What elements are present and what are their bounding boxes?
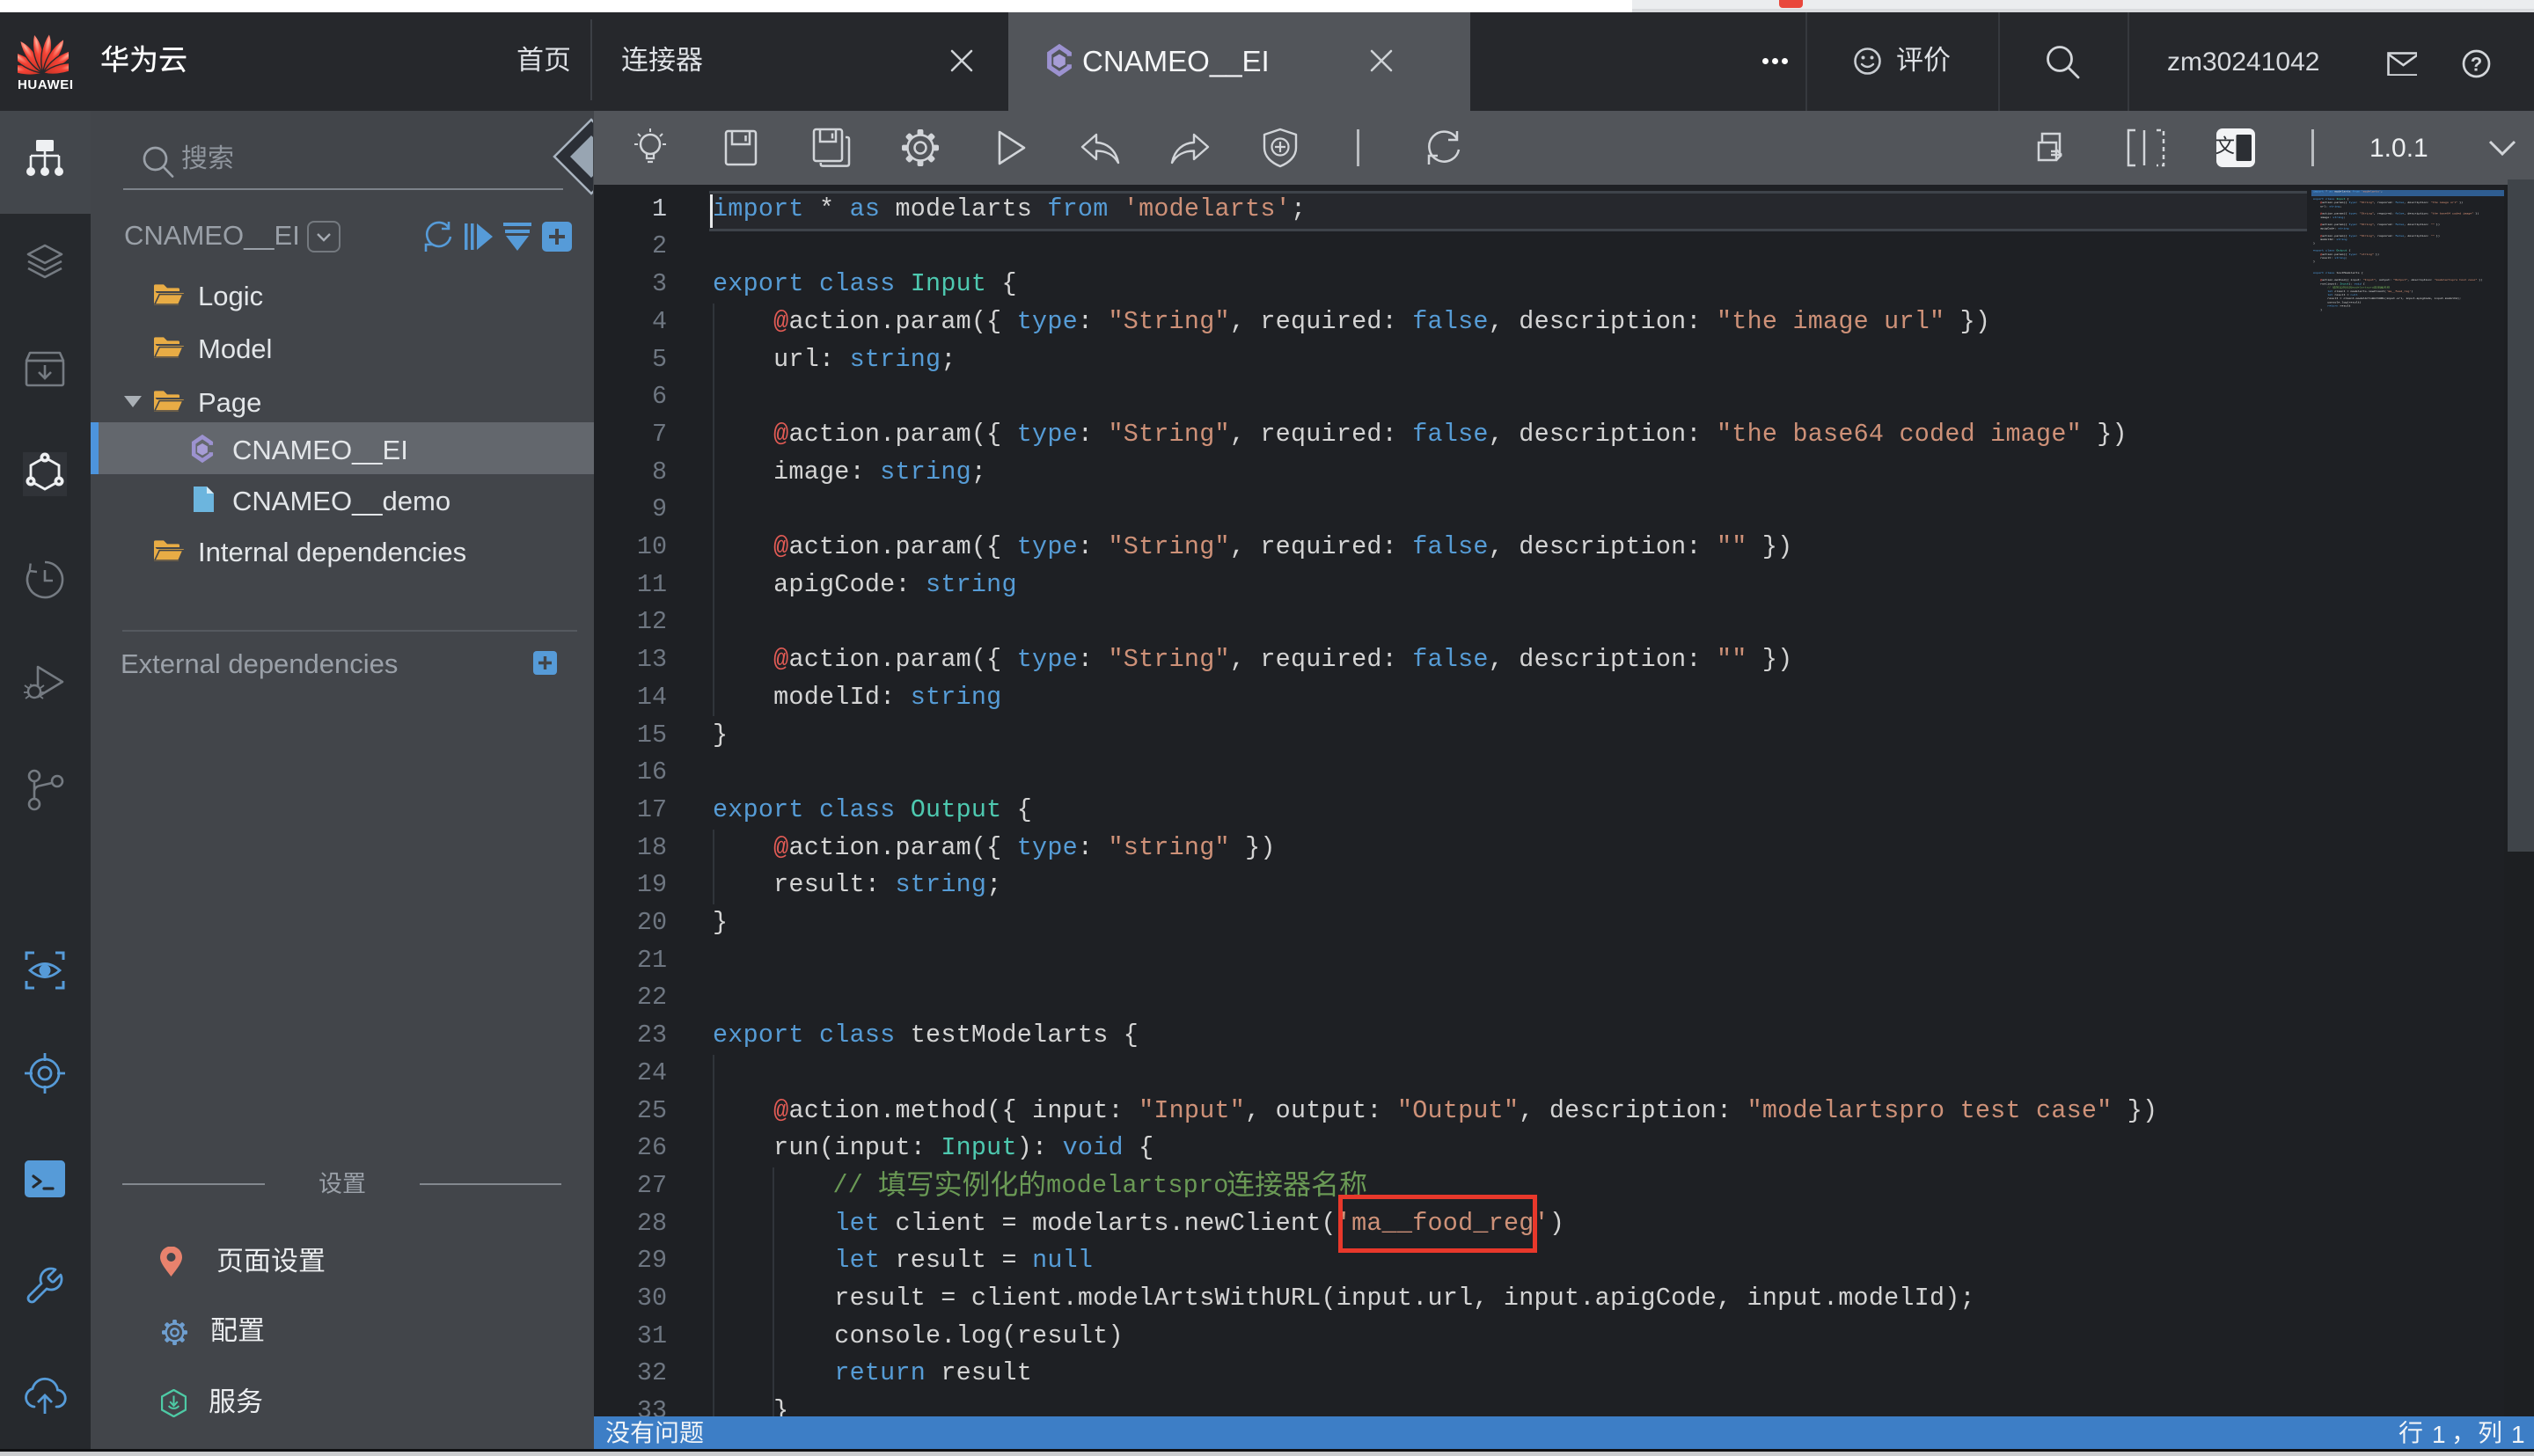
svg-text:?: ? [2471,54,2482,76]
